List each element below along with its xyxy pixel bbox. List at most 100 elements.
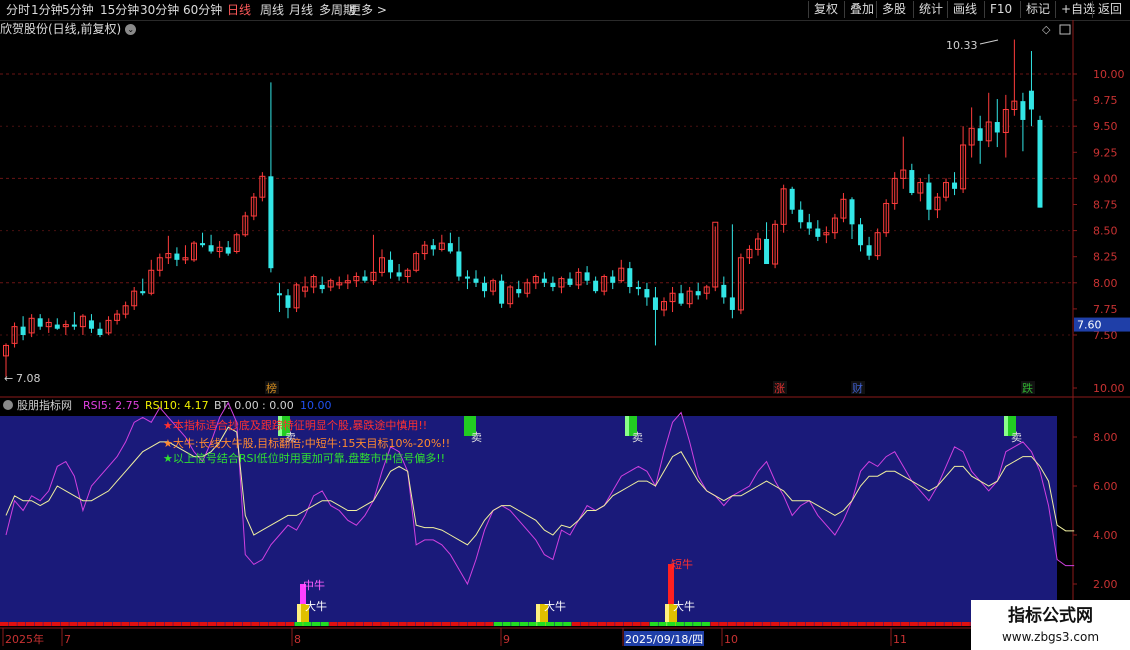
- candle-body: [985, 121, 992, 142]
- candle-body: [943, 182, 949, 198]
- candle-body: [729, 297, 735, 310]
- status-cell: [597, 622, 606, 626]
- event-marker-bg: [265, 381, 279, 394]
- candle-body: [874, 232, 881, 257]
- status-cell: [51, 622, 61, 626]
- note-1: ★本指标适合抄底及跟踪特征明显个股,暴跌途中慎用!!: [163, 418, 427, 432]
- toolbar-right-item-3[interactable]: 统计: [913, 1, 943, 18]
- y-tick-label: 9.50: [1093, 120, 1118, 133]
- status-cell: [459, 622, 468, 626]
- status-cell: [424, 622, 433, 626]
- candle-body: [413, 253, 420, 271]
- candle-body: [695, 291, 701, 296]
- status-cell: [329, 622, 338, 626]
- status-cell: [77, 622, 87, 626]
- toolbar-right-item-8[interactable]: 返回: [1092, 1, 1122, 18]
- toolbar-right-item-7[interactable]: +自选: [1055, 1, 1095, 18]
- date-cursor-bg: [624, 631, 704, 646]
- candle-body: [721, 284, 727, 298]
- candle-body: [430, 245, 436, 250]
- toolbar-right-item-1[interactable]: 叠加: [844, 1, 874, 18]
- candle-body: [156, 257, 163, 271]
- candle-body: [131, 290, 138, 307]
- candle-body: [831, 217, 838, 234]
- status-cell: [701, 622, 710, 626]
- status-cell: [675, 622, 684, 626]
- toolbar-right-item-0[interactable]: 复权: [808, 1, 838, 18]
- candle-body: [3, 344, 9, 357]
- candle-body: [849, 199, 855, 225]
- status-cell: [233, 622, 243, 626]
- sell-bar: [625, 416, 637, 436]
- y-tick-label: 8.00: [1093, 277, 1118, 290]
- candle-body: [28, 317, 35, 334]
- candle-body: [473, 278, 479, 283]
- toolbar-item-1[interactable]: 1分钟: [31, 2, 63, 18]
- toolbar-right-item-6[interactable]: 标记: [1020, 1, 1050, 18]
- candle-body: [396, 272, 402, 277]
- toolbar-item-7[interactable]: 周线: [260, 2, 284, 18]
- candle-body: [960, 144, 967, 190]
- candle-body: [362, 276, 368, 281]
- status-cell: [580, 622, 589, 626]
- candle-body: [482, 282, 488, 292]
- status-cell: [277, 622, 286, 626]
- sell-bar-highlight: [1004, 416, 1008, 436]
- toolbar-right-item-5[interactable]: F10: [984, 1, 1012, 18]
- toolbar-item-2[interactable]: 5分钟: [62, 2, 94, 18]
- stock-title[interactable]: 欣贺股份(日线,前复权): [0, 22, 121, 36]
- candle-body: [952, 182, 958, 189]
- candle-body: [388, 259, 394, 273]
- candle-body: [550, 282, 556, 287]
- y-tick-label: 8.75: [1093, 199, 1118, 212]
- candle-body: [610, 276, 616, 283]
- ind-y-tick-label: 4.00: [1093, 529, 1118, 542]
- toolbar-right-item-4[interactable]: 画线: [947, 1, 977, 18]
- candle-body: [686, 290, 693, 305]
- candle-body: [200, 243, 206, 246]
- candle-body: [746, 248, 753, 259]
- status-cell: [849, 622, 858, 626]
- candle-body: [994, 122, 1000, 133]
- event-marker: 跌: [1022, 381, 1033, 395]
- toolbar-item-0[interactable]: 分时: [6, 2, 30, 18]
- chart-title-row: 欣贺股份(日线,前复权) ⌄: [0, 20, 1075, 38]
- toolbar-item-8[interactable]: 月线: [289, 2, 313, 18]
- candle-body: [174, 253, 180, 260]
- candle-body: [242, 215, 249, 236]
- toolbar-item-6[interactable]: 日线: [227, 2, 251, 18]
- status-cell: [727, 622, 736, 626]
- toolbar-item-4[interactable]: 30分钟: [140, 2, 179, 18]
- status-cell: [207, 622, 217, 626]
- chevron-down-icon[interactable]: ⌄: [125, 24, 137, 35]
- status-cell: [719, 622, 728, 626]
- candle-body: [678, 293, 684, 304]
- status-cell: [632, 622, 641, 626]
- toolbar-item-5[interactable]: 60分钟: [183, 2, 222, 18]
- status-cell: [745, 622, 754, 626]
- indicator-legend-name: 股朋指标网: [17, 398, 72, 412]
- toolbar-item-3[interactable]: 15分钟: [100, 2, 139, 18]
- candle-body: [456, 251, 462, 277]
- toolbar-item-10[interactable]: 更多 >: [349, 2, 387, 18]
- toolbar-right-item-2[interactable]: 多股: [876, 1, 906, 18]
- candle-body: [379, 257, 385, 273]
- candle-body: [20, 326, 26, 335]
- status-cell: [225, 622, 234, 626]
- candle-body: [45, 321, 52, 328]
- candle-body: [977, 128, 983, 141]
- sell-bar: [278, 416, 290, 436]
- candle-body: [917, 182, 924, 194]
- candle-body: [516, 289, 522, 294]
- status-cell: [181, 622, 191, 626]
- y-tick-label: 7.75: [1093, 303, 1118, 316]
- status-cell: [545, 622, 554, 626]
- candle-body: [370, 271, 377, 282]
- status-cell: [60, 622, 69, 626]
- big-bull-label: 大牛: [305, 599, 327, 613]
- candle-body: [276, 293, 282, 296]
- sell-label: 卖: [1011, 431, 1022, 444]
- candle-body: [182, 257, 189, 261]
- x-axis-label: 11: [893, 633, 907, 646]
- status-cell: [311, 622, 321, 626]
